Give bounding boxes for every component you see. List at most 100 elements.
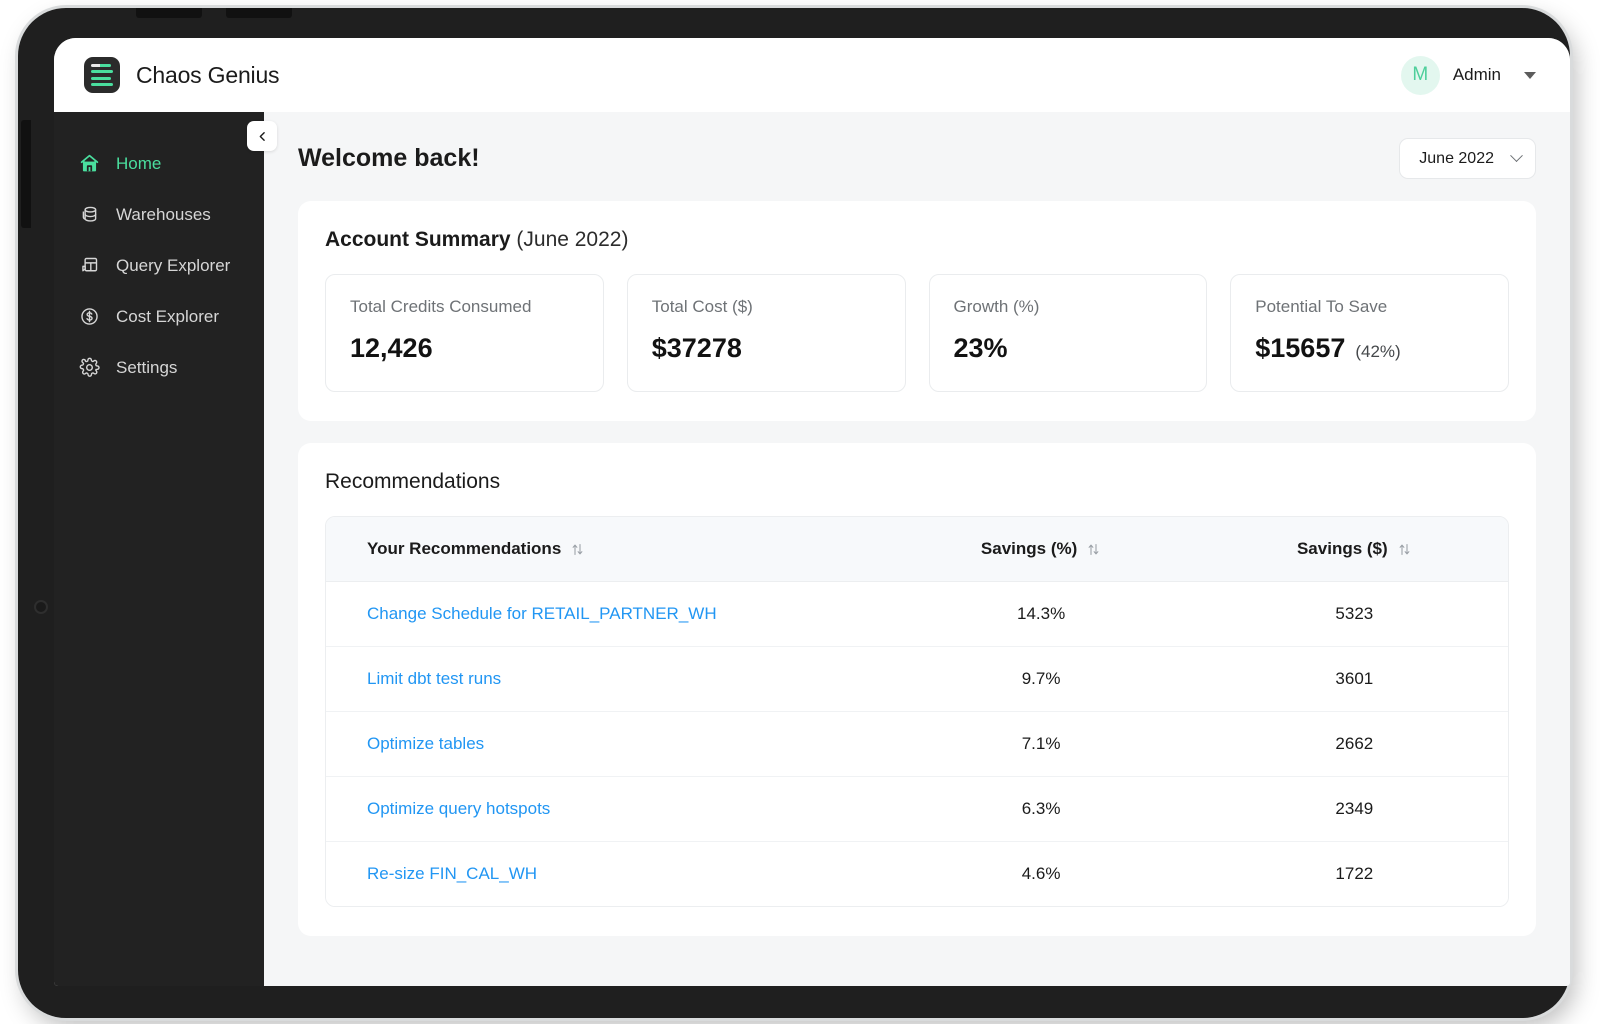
user-menu[interactable]: M Admin bbox=[1400, 55, 1536, 95]
stat-card-grid: Total Credits Consumed 12,426 Total Cost… bbox=[325, 274, 1509, 392]
stat-value: 23% bbox=[953, 333, 1008, 363]
device-top-button-right bbox=[226, 8, 292, 18]
cell-savings-amt: 2349 bbox=[1200, 776, 1508, 842]
month-picker-value: June 2022 bbox=[1419, 149, 1494, 167]
tablet-screen: Chaos Genius M Admin Home Warehouses Que… bbox=[54, 38, 1570, 986]
stat-value-group: $37278 bbox=[652, 333, 881, 364]
sidebar-item-label: Warehouses bbox=[116, 204, 211, 224]
account-summary-period: (June 2022) bbox=[516, 228, 629, 251]
sort-updown-icon bbox=[1397, 542, 1412, 557]
stat-label: Total Credits Consumed bbox=[350, 297, 532, 316]
table-row: Optimize query hotspots 6.3% 2349 bbox=[326, 776, 1508, 842]
sidebar-item-cost-explorer[interactable]: Cost Explorer bbox=[54, 291, 264, 342]
month-picker[interactable]: June 2022 bbox=[1399, 138, 1536, 179]
app-header: Chaos Genius M Admin bbox=[54, 38, 1570, 112]
device-top-button-left bbox=[136, 8, 202, 18]
gear-icon bbox=[78, 357, 100, 379]
device-volume-button bbox=[21, 120, 31, 228]
sidebar-collapse-button[interactable] bbox=[247, 121, 277, 151]
sidebar-item-label: Query Explorer bbox=[116, 255, 231, 275]
chevron-down-icon bbox=[1510, 149, 1523, 163]
table-header-row: Your Recommendations Savings (%) Savings… bbox=[326, 517, 1508, 582]
stat-card-potential-to-save: Potential To Save $15657 (42%) bbox=[1230, 274, 1509, 392]
avatar: M bbox=[1400, 55, 1440, 95]
recommendations-title: Recommendations bbox=[325, 470, 501, 493]
sidebar-item-label: Home bbox=[116, 153, 162, 173]
stat-label: Total Cost ($) bbox=[651, 297, 753, 316]
page-title: Welcome back! bbox=[298, 144, 480, 172]
cell-savings-pct: 7.1% bbox=[881, 711, 1201, 777]
table-row: Change Schedule for RETAIL_PARTNER_WH 14… bbox=[326, 581, 1508, 647]
column-label: Savings (%) bbox=[980, 539, 1078, 558]
main-content: Welcome back! June 2022 Account Summary … bbox=[264, 112, 1570, 986]
column-header-savings-pct[interactable]: Savings (%) bbox=[881, 517, 1201, 582]
table-body: Change Schedule for RETAIL_PARTNER_WH 14… bbox=[326, 581, 1508, 906]
sort-updown-icon bbox=[1086, 542, 1101, 557]
query-icon bbox=[78, 255, 100, 277]
cell-savings-pct: 4.6% bbox=[881, 841, 1201, 906]
sidebar-item-label: Cost Explorer bbox=[116, 306, 219, 326]
recommendation-link[interactable]: Change Schedule for RETAIL_PARTNER_WH bbox=[367, 604, 717, 623]
table-header: Your Recommendations Savings (%) Savings… bbox=[326, 517, 1508, 582]
screenshot-root: Chaos Genius M Admin Home Warehouses Que… bbox=[0, 0, 1600, 1024]
column-label: Your Recommendations bbox=[367, 539, 562, 558]
sidebar-item-home[interactable]: Home bbox=[54, 138, 264, 189]
sidebar-item-warehouses[interactable]: Warehouses bbox=[54, 189, 264, 240]
cell-recommendation: Change Schedule for RETAIL_PARTNER_WH bbox=[326, 581, 882, 647]
column-header-savings-amt[interactable]: Savings ($) bbox=[1200, 517, 1508, 582]
database-stack-icon bbox=[78, 204, 100, 226]
table-row: Re-size FIN_CAL_WH 4.6% 1722 bbox=[326, 841, 1508, 906]
account-summary-heading: Account Summary bbox=[325, 228, 511, 251]
cell-savings-pct: 14.3% bbox=[881, 581, 1201, 647]
sidebar: Home Warehouses Query Explorer Cost Expl… bbox=[54, 112, 264, 986]
tablet-device-frame: Chaos Genius M Admin Home Warehouses Que… bbox=[18, 8, 1570, 1018]
sidebar-item-settings[interactable]: Settings bbox=[54, 342, 264, 393]
stat-value-group: 12,426 bbox=[350, 333, 579, 364]
recommendations-panel: Recommendations Your Recommendations Sav… bbox=[298, 443, 1536, 936]
cell-recommendation: Limit dbt test runs bbox=[326, 646, 882, 712]
recommendation-link[interactable]: Optimize tables bbox=[367, 734, 484, 753]
caret-down-icon[interactable] bbox=[1524, 71, 1536, 79]
cell-savings-amt: 5323 bbox=[1200, 581, 1508, 647]
cell-recommendation: Optimize tables bbox=[326, 711, 882, 777]
account-summary-title: Account Summary (June 2022) bbox=[325, 228, 1509, 252]
stat-card-growth: Growth (%) 23% bbox=[928, 274, 1208, 392]
cell-savings-amt: 2662 bbox=[1200, 711, 1508, 777]
chevron-left-icon bbox=[259, 131, 265, 141]
stat-value-sub: (42%) bbox=[1355, 342, 1401, 361]
cell-savings-amt: 1722 bbox=[1200, 841, 1508, 906]
stat-label: Potential To Save bbox=[1255, 297, 1388, 316]
stat-value: $37278 bbox=[651, 333, 742, 363]
recommendation-link[interactable]: Optimize query hotspots bbox=[367, 799, 550, 818]
stat-card-total-cost: Total Cost ($) $37278 bbox=[626, 274, 906, 392]
brand-name: Chaos Genius bbox=[136, 61, 280, 88]
sidebar-item-query-explorer[interactable]: Query Explorer bbox=[54, 240, 264, 291]
user-name: Admin bbox=[1452, 65, 1501, 84]
stat-card-total-credits: Total Credits Consumed 12,426 bbox=[325, 274, 604, 392]
recommendation-link[interactable]: Limit dbt test runs bbox=[367, 669, 501, 688]
table-row: Optimize tables 7.1% 2662 bbox=[326, 711, 1508, 777]
dollar-circle-icon bbox=[78, 306, 100, 328]
cell-savings-pct: 6.3% bbox=[881, 776, 1201, 842]
app-body: Home Warehouses Query Explorer Cost Expl… bbox=[54, 112, 1570, 986]
sidebar-item-label: Settings bbox=[116, 357, 178, 377]
recommendations-table: Your Recommendations Savings (%) Savings… bbox=[326, 517, 1508, 906]
recommendation-link[interactable]: Re-size FIN_CAL_WH bbox=[367, 864, 537, 883]
cell-savings-amt: 3601 bbox=[1200, 646, 1508, 712]
page-header: Welcome back! June 2022 bbox=[298, 138, 1536, 179]
cell-recommendation: Re-size FIN_CAL_WH bbox=[326, 841, 882, 906]
stat-value-group: 23% bbox=[954, 333, 1183, 364]
table-row: Limit dbt test runs 9.7% 3601 bbox=[326, 646, 1508, 712]
brand-logo-group[interactable]: Chaos Genius bbox=[84, 57, 280, 93]
column-header-recommendations[interactable]: Your Recommendations bbox=[326, 517, 882, 582]
stat-value: $15657 bbox=[1255, 333, 1346, 363]
stat-value-group: $15657 (42%) bbox=[1255, 333, 1484, 364]
column-label: Savings ($) bbox=[1296, 539, 1388, 558]
device-camera bbox=[34, 600, 48, 614]
stat-value: 12,426 bbox=[350, 333, 433, 363]
account-summary-panel: Account Summary (June 2022) Total Credit… bbox=[298, 201, 1536, 421]
cell-savings-pct: 9.7% bbox=[881, 646, 1201, 712]
sort-updown-icon bbox=[570, 542, 585, 557]
recommendations-table-wrap: Your Recommendations Savings (%) Savings… bbox=[325, 516, 1509, 907]
home-icon bbox=[78, 153, 100, 175]
